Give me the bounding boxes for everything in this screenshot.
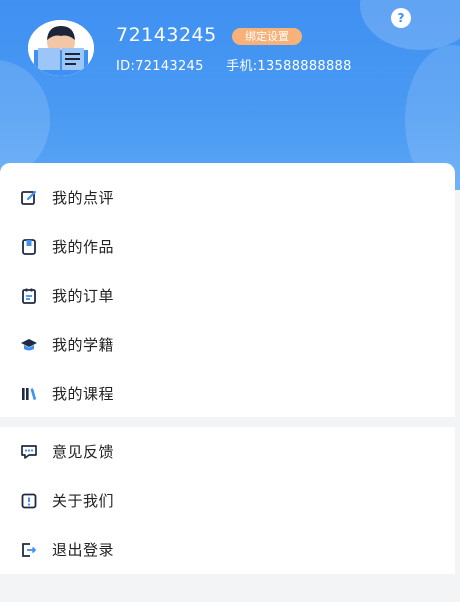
menu-item-works[interactable]: 我的作品 <box>0 222 455 271</box>
decor-circle <box>360 0 460 50</box>
bookmark-icon <box>20 238 38 256</box>
info-icon <box>20 492 38 510</box>
profile-header: 72143245 绑定设置 ID:72143245 手机:13588888888… <box>0 0 460 190</box>
menu-item-label: 我的学籍 <box>52 336 115 354</box>
username: 72143245 <box>116 24 217 46</box>
menu-item-logout[interactable]: 退出登录 <box>0 525 455 574</box>
menu-item-label: 我的课程 <box>52 385 115 403</box>
menu-item-label: 关于我们 <box>52 492 115 510</box>
menu-item-label: 意见反馈 <box>52 443 115 461</box>
logout-icon <box>20 541 38 559</box>
user-phone: 手机:13588888888 <box>226 59 352 74</box>
menu-item-label: 我的点评 <box>52 189 115 207</box>
menu-item-reviews[interactable]: 我的点评 <box>0 173 455 222</box>
edit-icon <box>20 189 38 207</box>
graduation-cap-icon <box>20 336 38 354</box>
bind-settings-button[interactable]: 绑定设置 <box>232 28 302 45</box>
books-icon <box>20 385 38 403</box>
menu-item-label: 我的订单 <box>52 287 115 305</box>
menu-item-courses[interactable]: 我的课程 <box>0 369 455 418</box>
feedback-icon <box>20 443 38 461</box>
menu-item-orders[interactable]: 我的订单 <box>0 271 455 320</box>
decor-circle <box>0 60 50 180</box>
menu-item-label: 我的作品 <box>52 238 115 256</box>
avatar[interactable] <box>28 20 94 76</box>
menu-item-feedback[interactable]: 意见反馈 <box>0 427 455 476</box>
menu-item-label: 退出登录 <box>52 541 115 559</box>
clipboard-icon <box>20 287 38 305</box>
menu-card-secondary: 意见反馈 关于我们 退出登录 <box>0 427 455 574</box>
account-info: ID:72143245 手机:13588888888 <box>116 55 352 74</box>
help-icon[interactable]: ? <box>391 8 411 28</box>
menu-card-primary: 我的点评 我的作品 我的订单 我的学籍 我的课程 <box>0 163 455 417</box>
menu-item-enrollment[interactable]: 我的学籍 <box>0 320 455 369</box>
menu-item-about[interactable]: 关于我们 <box>0 476 455 525</box>
user-id: ID:72143245 <box>116 59 204 74</box>
